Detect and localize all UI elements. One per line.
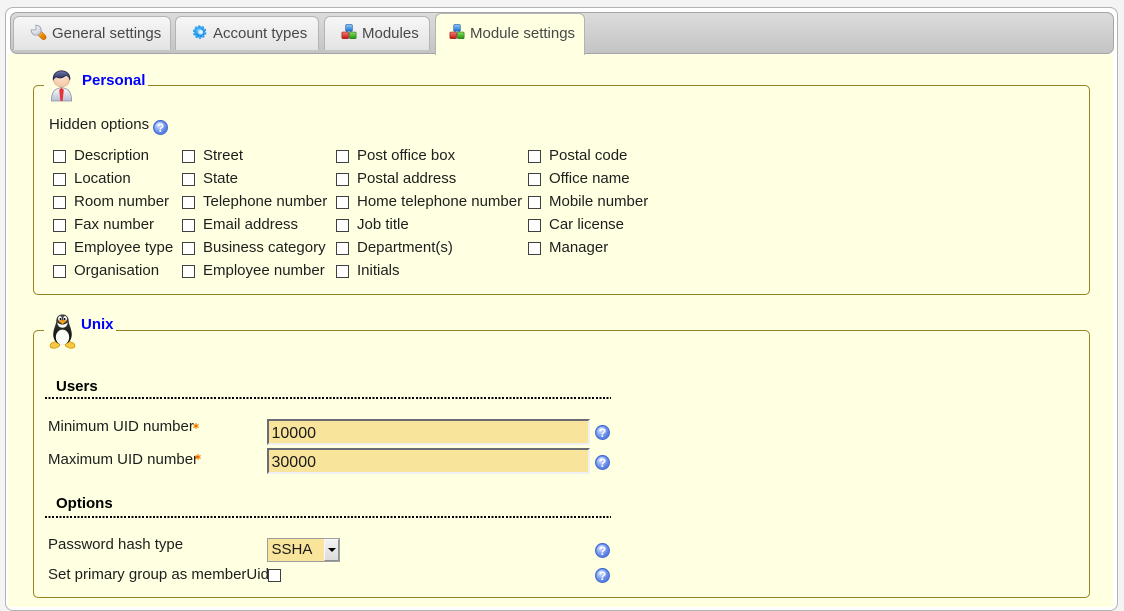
svg-text:?: ? — [599, 544, 606, 558]
svg-text:?: ? — [157, 121, 164, 135]
svg-text:?: ? — [599, 426, 606, 440]
svg-text:?: ? — [599, 456, 606, 470]
svg-text:?: ? — [599, 569, 606, 583]
